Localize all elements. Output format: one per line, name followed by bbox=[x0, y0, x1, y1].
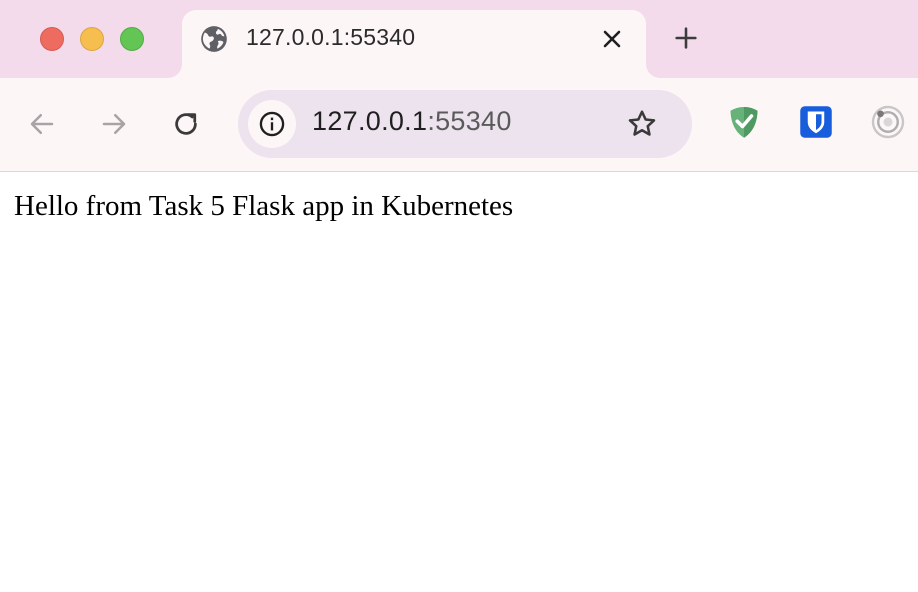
adguard-shield-icon[interactable] bbox=[726, 104, 762, 140]
zoom-window-button[interactable] bbox=[120, 27, 144, 51]
url-port: :55340 bbox=[427, 106, 512, 136]
arrow-left-icon[interactable] bbox=[27, 109, 57, 139]
arrow-right-icon[interactable] bbox=[99, 109, 129, 139]
extension-target-icon[interactable] bbox=[870, 104, 906, 140]
browser-tab[interactable]: 127.0.0.1:55340 bbox=[182, 10, 646, 78]
star-icon[interactable] bbox=[626, 108, 658, 140]
plus-icon[interactable] bbox=[672, 24, 700, 52]
tab-title: 127.0.0.1:55340 bbox=[246, 24, 416, 50]
page-body-text: Hello from Task 5 Flask app in Kubernete… bbox=[14, 190, 514, 222]
address-bar[interactable]: 127.0.0.1:55340 bbox=[238, 90, 692, 158]
url-text[interactable]: 127.0.0.1:55340 bbox=[312, 106, 512, 137]
info-icon bbox=[259, 111, 285, 137]
minimize-window-button[interactable] bbox=[80, 27, 104, 51]
site-info-button[interactable] bbox=[248, 100, 296, 148]
globe-icon bbox=[201, 26, 227, 52]
title-bar: 127.0.0.1:55340 bbox=[0, 0, 918, 78]
reload-icon[interactable] bbox=[171, 109, 201, 139]
browser-toolbar: 127.0.0.1:55340 bbox=[0, 78, 918, 172]
close-tab-icon[interactable] bbox=[600, 27, 624, 51]
close-window-button[interactable] bbox=[40, 27, 64, 51]
url-host: 127.0.0.1 bbox=[312, 106, 428, 136]
bitwarden-icon[interactable] bbox=[798, 104, 834, 140]
